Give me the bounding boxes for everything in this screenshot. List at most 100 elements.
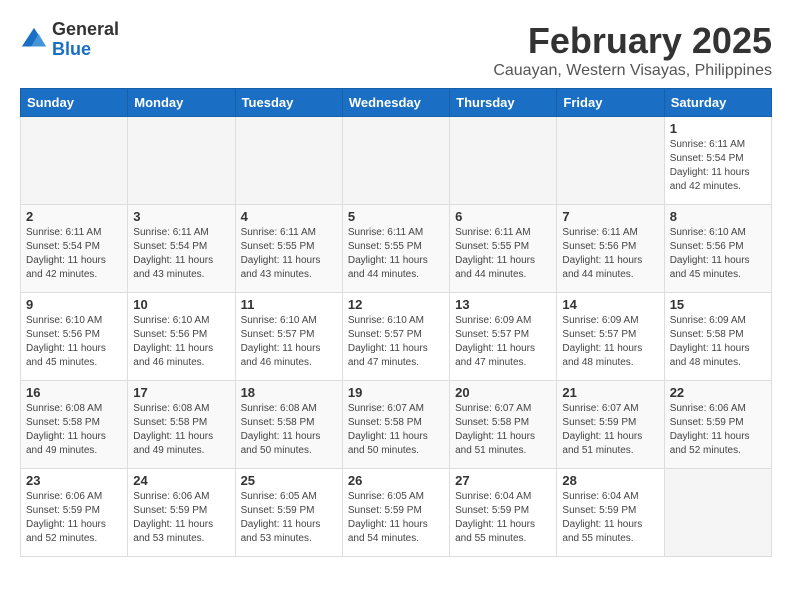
- calendar-cell: 20Sunrise: 6:07 AM Sunset: 5:58 PM Dayli…: [450, 381, 557, 469]
- weekday-header-sunday: Sunday: [21, 89, 128, 117]
- weekday-header-tuesday: Tuesday: [235, 89, 342, 117]
- day-number: 5: [348, 209, 444, 224]
- weekday-header-friday: Friday: [557, 89, 664, 117]
- day-info: Sunrise: 6:09 AM Sunset: 5:58 PM Dayligh…: [670, 314, 766, 370]
- calendar-cell: [557, 117, 664, 205]
- day-info: Sunrise: 6:09 AM Sunset: 5:57 PM Dayligh…: [455, 314, 551, 370]
- day-info: Sunrise: 6:10 AM Sunset: 5:56 PM Dayligh…: [133, 314, 229, 370]
- day-info: Sunrise: 6:11 AM Sunset: 5:55 PM Dayligh…: [241, 226, 337, 282]
- calendar-cell: 12 Sunrise: 6:10 AM Sunset: 5:57 PM Dayli…: [342, 293, 449, 381]
- calendar-week-5: 23 Sunrise: 6:06 AM Sunset: 5:59 PM Dayli…: [21, 469, 772, 557]
- day-info: Sunrise: 6:10 AM Sunset: 5:57 PM Dayligh…: [241, 314, 337, 370]
- calendar-cell: [21, 117, 128, 205]
- calendar-cell: 26 Sunrise: 6:05 AM Sunset: 5:59 PM Dayli…: [342, 469, 449, 557]
- day-info: Sunrise: 6:08 AM Sunset: 5:58 PM Dayligh…: [26, 402, 122, 458]
- day-number: 26: [348, 473, 444, 488]
- logo-general: General: [52, 20, 119, 40]
- day-number: 4: [241, 209, 337, 224]
- calendar-cell: 7 Sunrise: 6:11 AM Sunset: 5:56 PM Daylig…: [557, 205, 664, 293]
- day-info: Sunrise: 6:06 AM Sunset: 5:59 PM Dayligh…: [670, 402, 766, 458]
- month-year-title: February 2025: [493, 20, 772, 62]
- calendar-cell: 28Sunrise: 6:04 AM Sunset: 5:59 PM Dayli…: [557, 469, 664, 557]
- calendar-cell: 24 Sunrise: 6:06 AM Sunset: 5:59 PM Dayli…: [128, 469, 235, 557]
- day-number: 22: [670, 385, 766, 400]
- day-info: Sunrise: 6:10 AM Sunset: 5:57 PM Dayligh…: [348, 314, 444, 370]
- logo-blue: Blue: [52, 40, 119, 60]
- calendar-cell: 11 Sunrise: 6:10 AM Sunset: 5:57 PM Dayli…: [235, 293, 342, 381]
- day-number: 19: [348, 385, 444, 400]
- day-number: 11: [241, 297, 337, 312]
- day-info: Sunrise: 6:11 AM Sunset: 5:55 PM Dayligh…: [455, 226, 551, 282]
- page-header: General Blue February 2025 Cauayan, West…: [20, 20, 772, 80]
- logo-icon: [20, 26, 48, 54]
- day-info: Sunrise: 6:07 AM Sunset: 5:58 PM Dayligh…: [455, 402, 551, 458]
- calendar-cell: 5 Sunrise: 6:11 AM Sunset: 5:55 PM Daylig…: [342, 205, 449, 293]
- day-number: 21: [562, 385, 658, 400]
- day-info: Sunrise: 6:10 AM Sunset: 5:56 PM Dayligh…: [26, 314, 122, 370]
- day-info: Sunrise: 6:11 AM Sunset: 5:56 PM Dayligh…: [562, 226, 658, 282]
- calendar-cell: 13 Sunrise: 6:09 AM Sunset: 5:57 PM Dayli…: [450, 293, 557, 381]
- day-number: 12: [348, 297, 444, 312]
- calendar-cell: 27 Sunrise: 6:04 AM Sunset: 5:59 PM Dayli…: [450, 469, 557, 557]
- day-info: Sunrise: 6:07 AM Sunset: 5:59 PM Dayligh…: [562, 402, 658, 458]
- day-info: Sunrise: 6:10 AM Sunset: 5:56 PM Dayligh…: [670, 226, 766, 282]
- weekday-header-row: SundayMondayTuesdayWednesdayThursdayFrid…: [21, 89, 772, 117]
- calendar-cell: 3Sunrise: 6:11 AM Sunset: 5:54 PM Daylig…: [128, 205, 235, 293]
- calendar-cell: 16 Sunrise: 6:08 AM Sunset: 5:58 PM Dayli…: [21, 381, 128, 469]
- calendar-cell: 8 Sunrise: 6:10 AM Sunset: 5:56 PM Daylig…: [664, 205, 771, 293]
- calendar-cell: 2 Sunrise: 6:11 AM Sunset: 5:54 PM Daylig…: [21, 205, 128, 293]
- day-info: Sunrise: 6:08 AM Sunset: 5:58 PM Dayligh…: [241, 402, 337, 458]
- calendar-cell: [128, 117, 235, 205]
- calendar-cell: 22 Sunrise: 6:06 AM Sunset: 5:59 PM Dayli…: [664, 381, 771, 469]
- location-subtitle: Cauayan, Western Visayas, Philippines: [493, 62, 772, 80]
- day-number: 10: [133, 297, 229, 312]
- day-info: Sunrise: 6:08 AM Sunset: 5:58 PM Dayligh…: [133, 402, 229, 458]
- calendar-cell: [664, 469, 771, 557]
- calendar-cell: 4 Sunrise: 6:11 AM Sunset: 5:55 PM Daylig…: [235, 205, 342, 293]
- day-number: 23: [26, 473, 122, 488]
- calendar-cell: 25Sunrise: 6:05 AM Sunset: 5:59 PM Dayli…: [235, 469, 342, 557]
- day-number: 18: [241, 385, 337, 400]
- calendar-week-1: 1 Sunrise: 6:11 AM Sunset: 5:54 PM Daylig…: [21, 117, 772, 205]
- calendar-cell: 21 Sunrise: 6:07 AM Sunset: 5:59 PM Dayli…: [557, 381, 664, 469]
- day-number: 17: [133, 385, 229, 400]
- weekday-header-saturday: Saturday: [664, 89, 771, 117]
- day-number: 13: [455, 297, 551, 312]
- day-info: Sunrise: 6:05 AM Sunset: 5:59 PM Dayligh…: [348, 490, 444, 546]
- calendar-cell: 6 Sunrise: 6:11 AM Sunset: 5:55 PM Daylig…: [450, 205, 557, 293]
- calendar-cell: 15 Sunrise: 6:09 AM Sunset: 5:58 PM Dayli…: [664, 293, 771, 381]
- calendar-cell: [235, 117, 342, 205]
- day-number: 3: [133, 209, 229, 224]
- day-number: 24: [133, 473, 229, 488]
- day-number: 8: [670, 209, 766, 224]
- calendar-cell: 1 Sunrise: 6:11 AM Sunset: 5:54 PM Daylig…: [664, 117, 771, 205]
- day-info: Sunrise: 6:06 AM Sunset: 5:59 PM Dayligh…: [26, 490, 122, 546]
- day-number: 16: [26, 385, 122, 400]
- day-info: Sunrise: 6:05 AM Sunset: 5:59 PM Dayligh…: [241, 490, 337, 546]
- day-number: 9: [26, 297, 122, 312]
- calendar-cell: 18 Sunrise: 6:08 AM Sunset: 5:58 PM Dayli…: [235, 381, 342, 469]
- day-info: Sunrise: 6:11 AM Sunset: 5:54 PM Dayligh…: [670, 138, 766, 194]
- calendar-header: SundayMondayTuesdayWednesdayThursdayFrid…: [21, 89, 772, 117]
- day-number: 27: [455, 473, 551, 488]
- day-info: Sunrise: 6:04 AM Sunset: 5:59 PM Dayligh…: [455, 490, 551, 546]
- day-number: 2: [26, 209, 122, 224]
- day-number: 7: [562, 209, 658, 224]
- day-number: 6: [455, 209, 551, 224]
- day-info: Sunrise: 6:11 AM Sunset: 5:54 PM Dayligh…: [26, 226, 122, 282]
- day-info: Sunrise: 6:06 AM Sunset: 5:59 PM Dayligh…: [133, 490, 229, 546]
- calendar-body: 1 Sunrise: 6:11 AM Sunset: 5:54 PM Daylig…: [21, 117, 772, 557]
- day-number: 1: [670, 121, 766, 136]
- calendar-cell: [342, 117, 449, 205]
- calendar-week-3: 9 Sunrise: 6:10 AM Sunset: 5:56 PM Daylig…: [21, 293, 772, 381]
- weekday-header-monday: Monday: [128, 89, 235, 117]
- calendar-cell: 23 Sunrise: 6:06 AM Sunset: 5:59 PM Dayli…: [21, 469, 128, 557]
- calendar-week-4: 16 Sunrise: 6:08 AM Sunset: 5:58 PM Dayli…: [21, 381, 772, 469]
- calendar-cell: 19Sunrise: 6:07 AM Sunset: 5:58 PM Dayli…: [342, 381, 449, 469]
- weekday-header-thursday: Thursday: [450, 89, 557, 117]
- day-number: 15: [670, 297, 766, 312]
- day-info: Sunrise: 6:11 AM Sunset: 5:55 PM Dayligh…: [348, 226, 444, 282]
- weekday-header-wednesday: Wednesday: [342, 89, 449, 117]
- day-number: 14: [562, 297, 658, 312]
- logo: General Blue: [20, 20, 119, 60]
